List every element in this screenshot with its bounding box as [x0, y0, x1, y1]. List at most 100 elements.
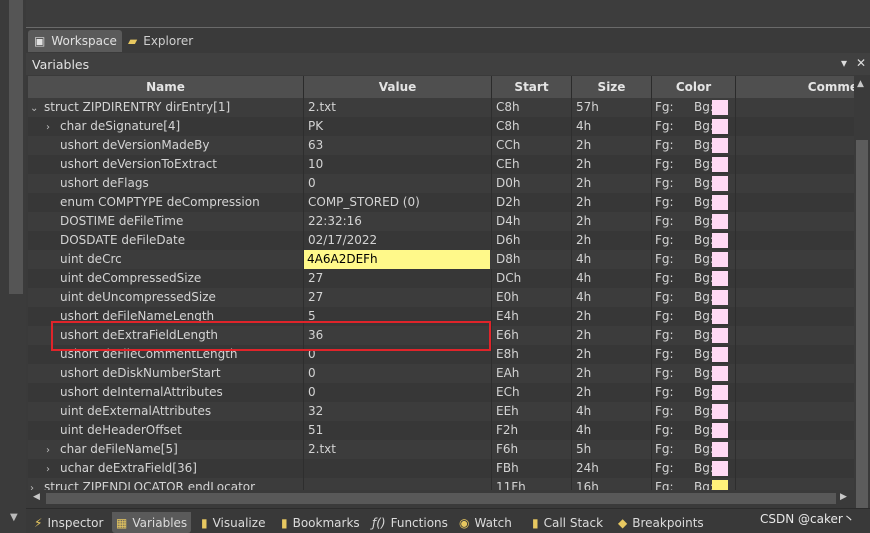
cell-value[interactable]: 02/17/2022	[304, 231, 492, 250]
bg-color-swatch[interactable]	[712, 366, 728, 381]
table-row[interactable]: ushort deExtraFieldLength 36 E6h 2h Fg: Bg:	[28, 326, 854, 345]
bg-color-swatch[interactable]	[712, 138, 728, 153]
cell-color[interactable]: Fg: Bg:	[652, 231, 736, 250]
left-scrollbar[interactable]	[9, 0, 23, 294]
column-header-value[interactable]: Value	[304, 76, 492, 98]
bg-color-swatch[interactable]	[712, 252, 728, 267]
cell-color[interactable]: Fg: Bg:	[652, 459, 736, 478]
chevron-right-icon[interactable]: ›	[30, 479, 44, 490]
cell-comment[interactable]	[736, 155, 854, 174]
vertical-scroll-thumb[interactable]	[856, 140, 868, 533]
bg-color-swatch[interactable]	[712, 157, 728, 172]
bg-color-swatch[interactable]	[712, 100, 728, 115]
scroll-left-icon[interactable]: ◀	[33, 492, 40, 502]
table-row[interactable]: ushort deVersionMadeBy 63 CCh 2h Fg: Bg:	[28, 136, 854, 155]
cell-color[interactable]: Fg: Bg:	[652, 212, 736, 231]
bg-color-swatch[interactable]	[712, 480, 728, 490]
cell-color[interactable]: Fg: Bg:	[652, 288, 736, 307]
vertical-scrollbar[interactable]: ▲	[854, 76, 870, 533]
bg-color-swatch[interactable]	[712, 214, 728, 229]
bg-color-swatch[interactable]	[712, 271, 728, 286]
cell-comment[interactable]	[736, 136, 854, 155]
bg-color-swatch[interactable]	[712, 309, 728, 324]
cell-comment[interactable]	[736, 231, 854, 250]
cell-value[interactable]: 27	[304, 288, 492, 307]
cell-color[interactable]: Fg: Bg:	[652, 136, 736, 155]
table-row[interactable]: ushort deDiskNumberStart 0 EAh 2h Fg: Bg:	[28, 364, 854, 383]
cell-color[interactable]: Fg: Bg:	[652, 345, 736, 364]
bg-color-swatch[interactable]	[712, 461, 728, 476]
column-header-comment[interactable]: Comme	[736, 76, 854, 98]
cell-comment[interactable]	[736, 174, 854, 193]
cell-value[interactable]	[304, 478, 492, 490]
cell-comment[interactable]	[736, 288, 854, 307]
cell-value[interactable]: 51	[304, 421, 492, 440]
cell-comment[interactable]	[736, 98, 854, 117]
table-row[interactable]: enum COMPTYPE deCompression COMP_STORED (…	[28, 193, 854, 212]
cell-comment[interactable]	[736, 478, 854, 490]
tab-functions[interactable]: ƒ() Functions	[372, 512, 448, 533]
bg-color-swatch[interactable]	[712, 290, 728, 305]
table-row[interactable]: › char deFileName[5] 2.txt F6h 5h Fg: Bg:	[28, 440, 854, 459]
cell-color[interactable]: Fg: Bg:	[652, 155, 736, 174]
bg-color-swatch[interactable]	[712, 176, 728, 191]
chevron-right-icon[interactable]: ›	[46, 118, 60, 136]
cell-color[interactable]: Fg: Bg:	[652, 307, 736, 326]
cell-value[interactable]: 0	[304, 364, 492, 383]
left-collapse-icon[interactable]: ▼	[10, 512, 18, 523]
cell-comment[interactable]	[736, 212, 854, 231]
chevron-right-icon[interactable]: ›	[46, 460, 60, 478]
cell-value[interactable]: 5	[304, 307, 492, 326]
table-row[interactable]: ⌄ struct ZIPDIRENTRY dirEntry[1] 2.txt C8h 5…	[28, 98, 854, 117]
table-row[interactable]: › char deSignature[4] PK C8h 4h Fg: Bg:	[28, 117, 854, 136]
cell-value[interactable]: COMP_STORED (0)	[304, 193, 492, 212]
cell-color[interactable]: Fg: Bg:	[652, 421, 736, 440]
value-edit-input[interactable]	[304, 250, 490, 269]
tab-visualize[interactable]: ▮ Visualize	[201, 512, 265, 533]
cell-comment[interactable]	[736, 307, 854, 326]
cell-comment[interactable]	[736, 459, 854, 478]
cell-comment[interactable]	[736, 269, 854, 288]
cell-comment[interactable]	[736, 402, 854, 421]
cell-comment[interactable]	[736, 364, 854, 383]
bg-color-swatch[interactable]	[712, 442, 728, 457]
cell-value[interactable]: 32	[304, 402, 492, 421]
chevron-right-icon[interactable]: ›	[46, 441, 60, 459]
bg-color-swatch[interactable]	[712, 347, 728, 362]
panel-close-icon[interactable]: ✕	[856, 56, 866, 70]
tab-breakpoints[interactable]: ◆ Breakpoints	[618, 512, 704, 533]
bg-color-swatch[interactable]	[712, 195, 728, 210]
cell-comment[interactable]	[736, 345, 854, 364]
cell-comment[interactable]	[736, 326, 854, 345]
tab-call-stack[interactable]: ▮ Call Stack	[532, 512, 603, 533]
cell-comment[interactable]	[736, 421, 854, 440]
scroll-up-icon[interactable]: ▲	[857, 79, 864, 89]
table-row[interactable]: › uchar deExtraField[36] FBh 24h Fg: Bg:	[28, 459, 854, 478]
cell-value[interactable]: 2.txt	[304, 98, 492, 117]
cell-value[interactable]: 0	[304, 383, 492, 402]
tab-workspace[interactable]: ▣ Workspace	[28, 30, 122, 52]
column-header-color[interactable]: Color	[652, 76, 736, 98]
cell-comment[interactable]	[736, 250, 854, 269]
tab-explorer[interactable]: ▰ Explorer	[122, 30, 212, 52]
table-row[interactable]: DOSDATE deFileDate 02/17/2022 D6h 2h Fg: Bg:	[28, 231, 854, 250]
bg-color-swatch[interactable]	[712, 404, 728, 419]
bg-color-swatch[interactable]	[712, 233, 728, 248]
tab-variables[interactable]: ▦ Variables	[112, 512, 192, 533]
cell-value[interactable]: 10	[304, 155, 492, 174]
column-header-name[interactable]: Name	[28, 76, 304, 98]
cell-color[interactable]: Fg: Bg:	[652, 117, 736, 136]
cell-value[interactable]: 27	[304, 269, 492, 288]
cell-value[interactable]: 0	[304, 345, 492, 364]
cell-color[interactable]: Fg: Bg:	[652, 269, 736, 288]
cell-value[interactable]: 0	[304, 174, 492, 193]
table-row[interactable]: uint deExternalAttributes 32 EEh 4h Fg: Bg:	[28, 402, 854, 421]
bg-color-swatch[interactable]	[712, 119, 728, 134]
cell-color[interactable]: Fg: Bg:	[652, 364, 736, 383]
cell-comment[interactable]	[736, 440, 854, 459]
chevron-down-icon[interactable]: ⌄	[30, 99, 44, 117]
cell-value[interactable]: 2.txt	[304, 440, 492, 459]
cell-color[interactable]: Fg: Bg:	[652, 440, 736, 459]
cell-comment[interactable]	[736, 117, 854, 136]
cell-color[interactable]: Fg: Bg:	[652, 383, 736, 402]
